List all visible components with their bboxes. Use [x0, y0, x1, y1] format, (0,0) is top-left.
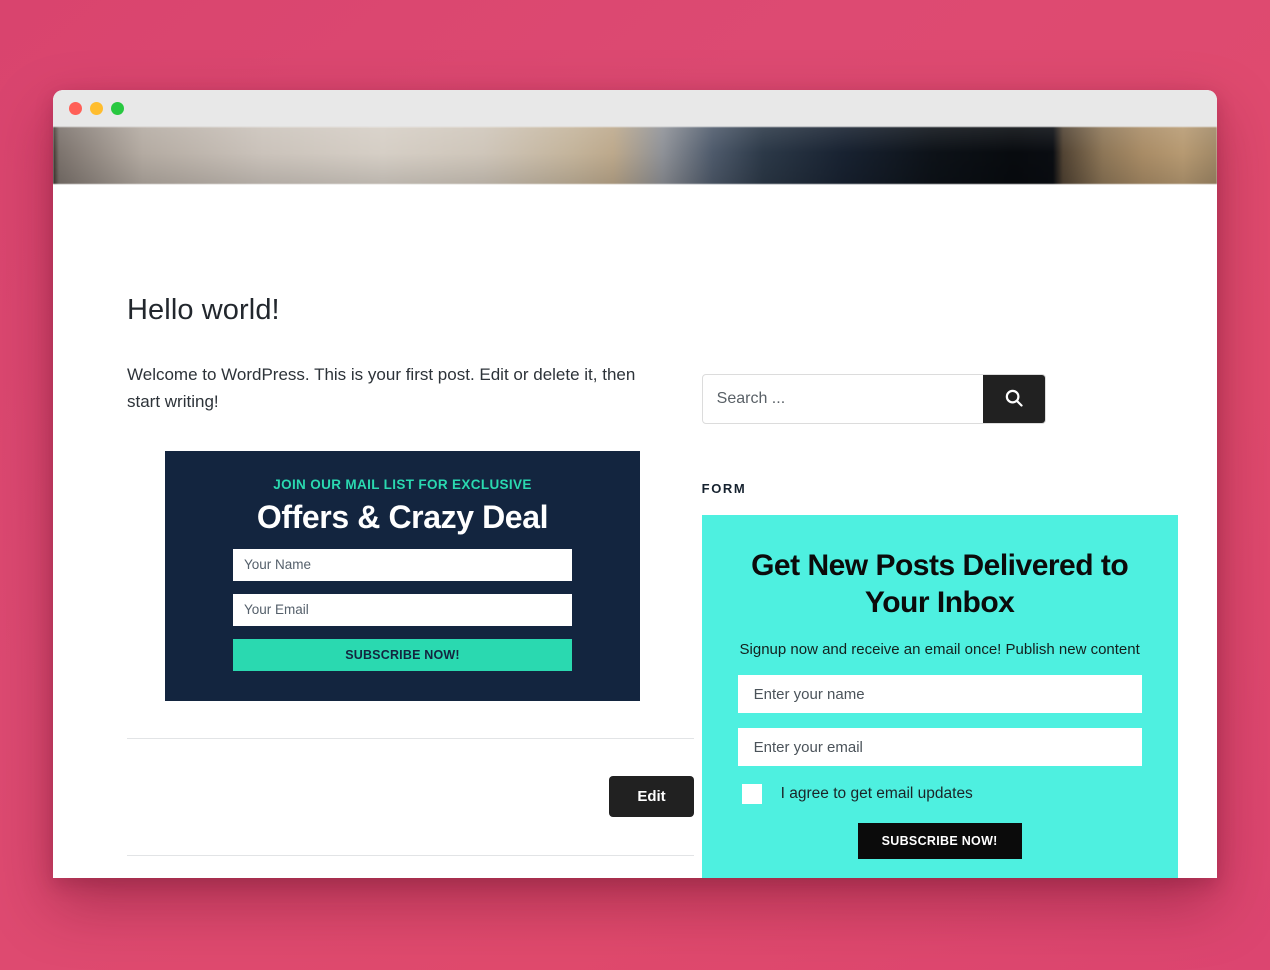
sidebar-column: FORM Get New Posts Delivered to Your Inb… [694, 184, 1180, 878]
search-widget [701, 374, 1046, 424]
search-icon [1003, 387, 1025, 412]
site-header-banner-image [53, 127, 1217, 184]
newsletter-email-input[interactable] [737, 728, 1142, 767]
newsletter-title: Get New Posts Delivered to Your Inbox [751, 549, 1129, 620]
inline-name-input[interactable] [233, 548, 572, 581]
post-divider-bottom [127, 854, 694, 856]
search-input[interactable] [702, 375, 983, 423]
main-content-column: Hello world! Welcome to WordPress. This … [90, 184, 694, 878]
email-updates-label: I agree to get email updates [780, 785, 973, 803]
newsletter-name-input[interactable] [737, 675, 1142, 714]
maximize-window-button[interactable] [111, 102, 124, 115]
site-body: Hello world! Welcome to WordPress. This … [53, 184, 1217, 878]
browser-titlebar [53, 90, 1217, 127]
inline-form-eyebrow: JOIN OUR MAIL LIST FOR EXCLUSIVE [273, 477, 532, 493]
browser-window: Hello world! Welcome to WordPress. This … [53, 90, 1217, 878]
edit-post-button[interactable]: Edit [609, 776, 694, 818]
post-excerpt: Welcome to WordPress. This is your first… [127, 365, 636, 411]
minimize-window-button[interactable] [90, 102, 103, 115]
email-updates-checkbox[interactable] [741, 784, 762, 805]
newsletter-subscribe-button[interactable]: SUBSCRIBE NOW! [857, 823, 1022, 860]
newsletter-signup-card: Get New Posts Delivered to Your Inbox Si… [701, 515, 1178, 878]
inline-subscribe-card: JOIN OUR MAIL LIST FOR EXCLUSIVE Offers … [165, 451, 640, 701]
inline-subscribe-button[interactable]: SUBSCRIBE NOW! [233, 638, 572, 671]
page-title: Hello world! [127, 294, 280, 326]
post-edit-row: Edit [127, 739, 694, 855]
newsletter-consent-row: I agree to get email updates [738, 784, 1142, 805]
inline-form-title: Offers & Crazy Deal [256, 499, 549, 536]
form-widget-heading: FORM [701, 481, 747, 496]
newsletter-subtitle: Signup now and receive an email once! Pu… [739, 641, 1140, 659]
search-submit-button[interactable] [982, 375, 1045, 423]
close-window-button[interactable] [69, 102, 82, 115]
inline-email-input[interactable] [233, 593, 572, 626]
